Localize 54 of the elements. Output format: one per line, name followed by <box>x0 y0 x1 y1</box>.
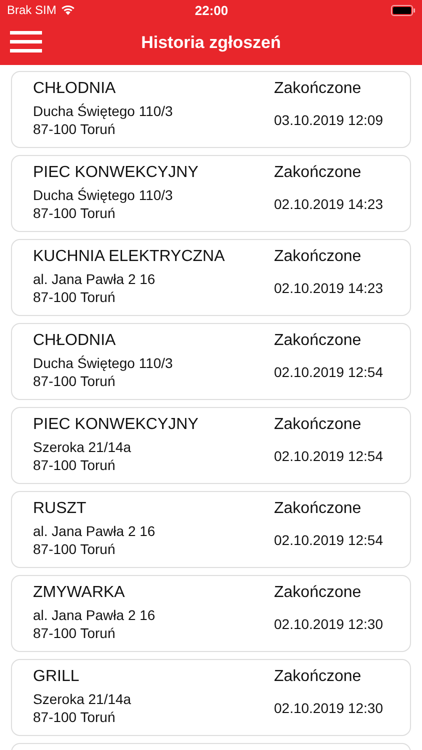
city-address: 87-100 Toruń <box>33 708 116 726</box>
status-label: Zakończone <box>274 415 362 435</box>
street-address: al. Jana Pawła 2 16 <box>33 270 156 288</box>
status-label: Zakończone <box>274 247 362 267</box>
request-card[interactable]: PIEC KONWEKCYJNY Szeroka 21/14a 87-100 Toruń Zakończone 02.10.2019 12:54 <box>11 407 411 484</box>
date-time: 02.10.2019 12:54 <box>274 363 384 381</box>
device-name: GRILL <box>33 667 80 687</box>
status-label: Zakończone <box>274 583 362 603</box>
screen-title: Historia zgłoszeń <box>141 32 281 52</box>
street-address: al. Jana Pawła 2 16 <box>33 606 156 624</box>
request-card[interactable]: CHŁODNIA Ducha Świętego 110/3 87-100 Toruń Zakończone 03.10.2019 12:09 <box>11 71 411 148</box>
status-label: Zakończone <box>274 163 362 183</box>
city-address: 87-100 Toruń <box>33 456 116 474</box>
date-time: 02.10.2019 12:54 <box>274 447 384 465</box>
request-card[interactable]: ZMYWARKA al. Jana Pawła 2 16 87-100 Toruń Zakończone 02.10.2019 12:30 <box>11 575 411 652</box>
device-name: ZMYWARKA <box>33 583 126 603</box>
date-time: 02.10.2019 14:23 <box>274 279 384 297</box>
device-name: PIEC KONWEKCYJNY <box>33 163 200 183</box>
menu-button[interactable] <box>10 31 42 53</box>
status-label: Zakończone <box>274 667 362 687</box>
city-address: 87-100 Toruń <box>33 540 116 558</box>
street-address: Ducha Świętego 110/3 <box>33 186 174 204</box>
device-name: KUCHNIA ELEKTRYCZNA <box>33 247 226 267</box>
device-name: PIEC KONWEKCYJNY <box>33 415 200 435</box>
device-name: CHŁODNIA <box>33 331 117 351</box>
street-address: Ducha Świętego 110/3 <box>33 354 174 372</box>
date-time: 02.10.2019 12:54 <box>274 531 384 549</box>
city-address: 87-100 Toruń <box>33 288 116 306</box>
request-card[interactable]: GRILL Szeroka 21/14a 87-100 Toruń Zakończone 02.10.2019 12:30 <box>11 659 411 736</box>
request-card[interactable]: RUSZT al. Jana Pawła 2 16 87-100 Toruń Zakończone 02.10.2019 12:54 <box>11 491 411 568</box>
device-name: RUSZT <box>33 499 88 519</box>
street-address: Szeroka 21/14a <box>33 690 132 708</box>
city-address: 87-100 Toruń <box>33 372 116 390</box>
date-time: 03.10.2019 12:09 <box>274 111 384 129</box>
status-label: Zakończone <box>274 331 362 351</box>
date-time: 02.10.2019 12:30 <box>274 615 384 633</box>
request-card[interactable]: PIEC KONWEKCYJNY Ducha Świętego 110/3 87-100 Toruń Zakończone 02.10.2019 14:23 <box>11 155 411 232</box>
street-address: Szeroka 21/14a <box>33 438 132 456</box>
status-label: Zakończone <box>274 499 362 519</box>
battery-icon <box>391 4 416 16</box>
date-time: 02.10.2019 14:23 <box>274 195 384 213</box>
wifi-icon <box>61 5 76 15</box>
date-time: 02.10.2019 12:30 <box>274 699 384 717</box>
request-card[interactable]: KUCHNIA ELEKTRYCZNA al. Jana Pawła 2 16 87-100 Toruń Zakończone 02.10.2019 14:23 <box>11 239 411 316</box>
city-address: 87-100 Toruń <box>33 204 116 222</box>
city-address: 87-100 Toruń <box>33 120 116 138</box>
city-address: 87-100 Toruń <box>33 624 116 642</box>
clock-time: 22:00 <box>194 2 228 18</box>
device-name: CHŁODNIA <box>33 79 117 99</box>
street-address: Ducha Świętego 110/3 <box>33 102 174 120</box>
request-card[interactable]: CHŁODNIA Ducha Świętego 110/3 87-100 Toruń Zakończone 02.10.2019 12:54 <box>11 323 411 400</box>
status-label: Zakończone <box>274 79 362 99</box>
street-address: al. Jana Pawła 2 16 <box>33 522 156 540</box>
carrier-label: Brak SIM <box>7 3 56 17</box>
